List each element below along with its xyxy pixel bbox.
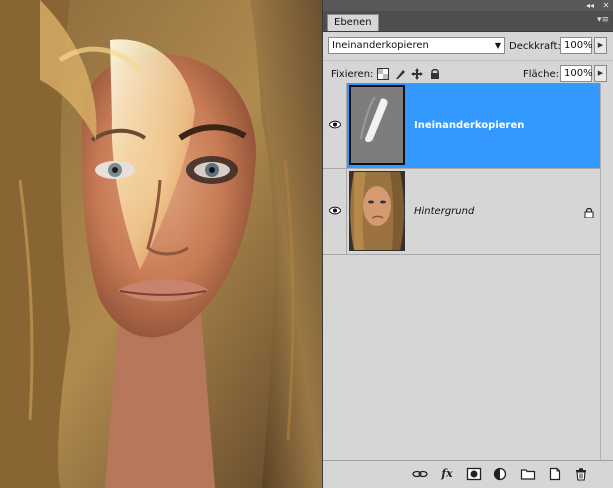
portrait-photo — [0, 0, 322, 488]
lock-label: Fixieren: — [331, 69, 374, 80]
lock-position-icon[interactable] — [411, 68, 423, 80]
visibility-toggle[interactable] — [323, 169, 347, 254]
brush-stroke-thumbnail — [351, 87, 403, 163]
eye-icon — [329, 206, 341, 215]
layer-thumbnail — [349, 85, 405, 165]
panel-title-bar: ◂◂ ✕ — [323, 0, 613, 11]
layer-mask-icon[interactable] — [466, 467, 482, 481]
lock-icon — [584, 207, 594, 218]
layer-name[interactable]: Ineinanderkopieren — [414, 119, 524, 133]
lock-transparent-pixels-icon[interactable] — [377, 68, 389, 80]
layer-row-hintergrund[interactable]: Hintergrund — [323, 169, 600, 255]
layer-list: Ineinanderkopieren Hintergrund — [323, 83, 613, 460]
layer-row-ineinanderkopieren[interactable]: Ineinanderkopieren — [323, 83, 600, 169]
chevron-down-icon: ▼ — [494, 41, 501, 50]
layers-scrollbar[interactable] — [600, 83, 613, 460]
layer-name[interactable]: Hintergrund — [414, 205, 474, 219]
fill-label: Fläche: — [523, 69, 560, 80]
tab-layers[interactable]: Ebenen — [327, 14, 379, 31]
opacity-field[interactable]: 100% — [560, 37, 593, 54]
portrait-thumbnail — [350, 172, 404, 250]
new-layer-icon[interactable] — [547, 467, 563, 481]
delete-layer-icon[interactable] — [573, 467, 589, 481]
layer-style-fx-icon[interactable]: fx — [439, 467, 455, 481]
blend-opacity-row: Ineinanderkopieren ▼ Deckkraft: 100% ▶ — [323, 32, 613, 61]
opacity-slider-button[interactable]: ▶ — [594, 37, 607, 54]
visibility-toggle[interactable] — [323, 83, 347, 168]
eye-icon — [329, 120, 341, 129]
new-group-icon[interactable] — [520, 467, 536, 481]
lock-image-pixels-icon[interactable] — [394, 68, 406, 80]
layer-thumbnail — [349, 171, 405, 251]
layers-panel: ◂◂ ✕ Ebenen ▾≡ Ineinanderkopieren ▼ Deck… — [322, 0, 613, 488]
double-chevron-left-icon[interactable]: ◂◂ — [585, 1, 595, 10]
lock-all-icon[interactable] — [429, 68, 441, 80]
blend-mode-value: Ineinanderkopieren — [332, 40, 429, 51]
opacity-label: Deckkraft: — [509, 41, 561, 52]
panel-menu-icon[interactable]: ▾≡ — [597, 16, 609, 25]
fill-field[interactable]: 100% — [560, 65, 593, 82]
blend-mode-select[interactable]: Ineinanderkopieren ▼ — [328, 37, 505, 54]
panel-footer: fx — [323, 460, 613, 488]
panel-tab-bar: Ebenen ▾≡ — [323, 11, 613, 32]
adjustment-layer-icon[interactable] — [492, 467, 508, 481]
link-layers-icon[interactable] — [412, 467, 428, 481]
document-canvas[interactable] — [0, 0, 322, 488]
close-icon[interactable]: ✕ — [601, 1, 611, 10]
fill-slider-button[interactable]: ▶ — [594, 65, 607, 82]
